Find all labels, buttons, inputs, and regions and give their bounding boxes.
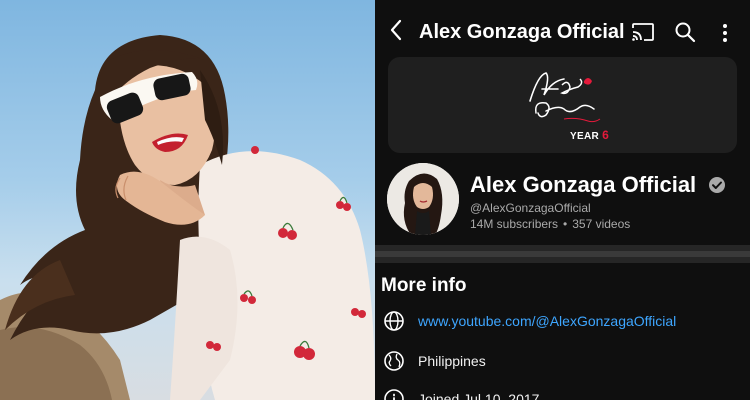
channel-stats: 14M subscribers • 357 videos <box>470 217 630 231</box>
info-row-link[interactable]: www.youtube.com/@AlexGonzagaOfficial <box>375 310 750 340</box>
stats-separator: • <box>563 217 568 231</box>
cast-icon <box>632 23 654 41</box>
info-row-joined: Joined Jul 10, 2017 <box>375 388 750 400</box>
channel-name: Alex Gonzaga Official <box>470 172 697 197</box>
info-icon <box>384 389 404 400</box>
cast-button[interactable] <box>631 22 655 42</box>
banner-year-label: YEAR 6 <box>570 128 609 142</box>
page-title: Alex Gonzaga Official <box>419 21 625 43</box>
banner-year-text: YEAR <box>570 131 599 142</box>
back-button[interactable] <box>385 19 407 41</box>
channel-banner: YEAR 6 <box>388 57 737 153</box>
top-app-bar: Alex Gonzaga Official <box>375 0 750 56</box>
video-count: 357 videos <box>572 217 631 231</box>
more-options-button[interactable] <box>720 22 730 44</box>
country-text: Philippines <box>418 353 486 369</box>
search-button[interactable] <box>674 21 696 43</box>
verified-icon <box>708 176 726 194</box>
portrait-illustration <box>0 35 375 400</box>
more-vert-icon <box>723 24 727 42</box>
search-icon <box>675 22 696 43</box>
channel-handle: @AlexGonzagaOfficial <box>470 201 591 215</box>
channel-logo-signature <box>529 72 601 123</box>
avatar-image <box>387 163 459 235</box>
banner-year-number: 6 <box>602 128 610 142</box>
more-info-heading: More info <box>381 275 467 296</box>
channel-link[interactable]: www.youtube.com/@AlexGonzagaOfficial <box>418 313 676 329</box>
info-row-country: Philippines <box>375 350 750 380</box>
joined-date: Joined Jul 10, 2017 <box>418 391 540 400</box>
channel-photo <box>0 0 375 400</box>
subscriber-count: 14M subscribers <box>470 217 559 231</box>
globe-icon <box>384 311 404 331</box>
back-arrow-icon <box>390 19 402 41</box>
channel-about-screen: Alex Gonzaga Official YEAR 6 Alex Gonzag… <box>375 0 750 400</box>
channel-avatar[interactable] <box>387 163 459 235</box>
section-divider-line <box>375 251 750 257</box>
location-globe-icon <box>384 351 404 371</box>
